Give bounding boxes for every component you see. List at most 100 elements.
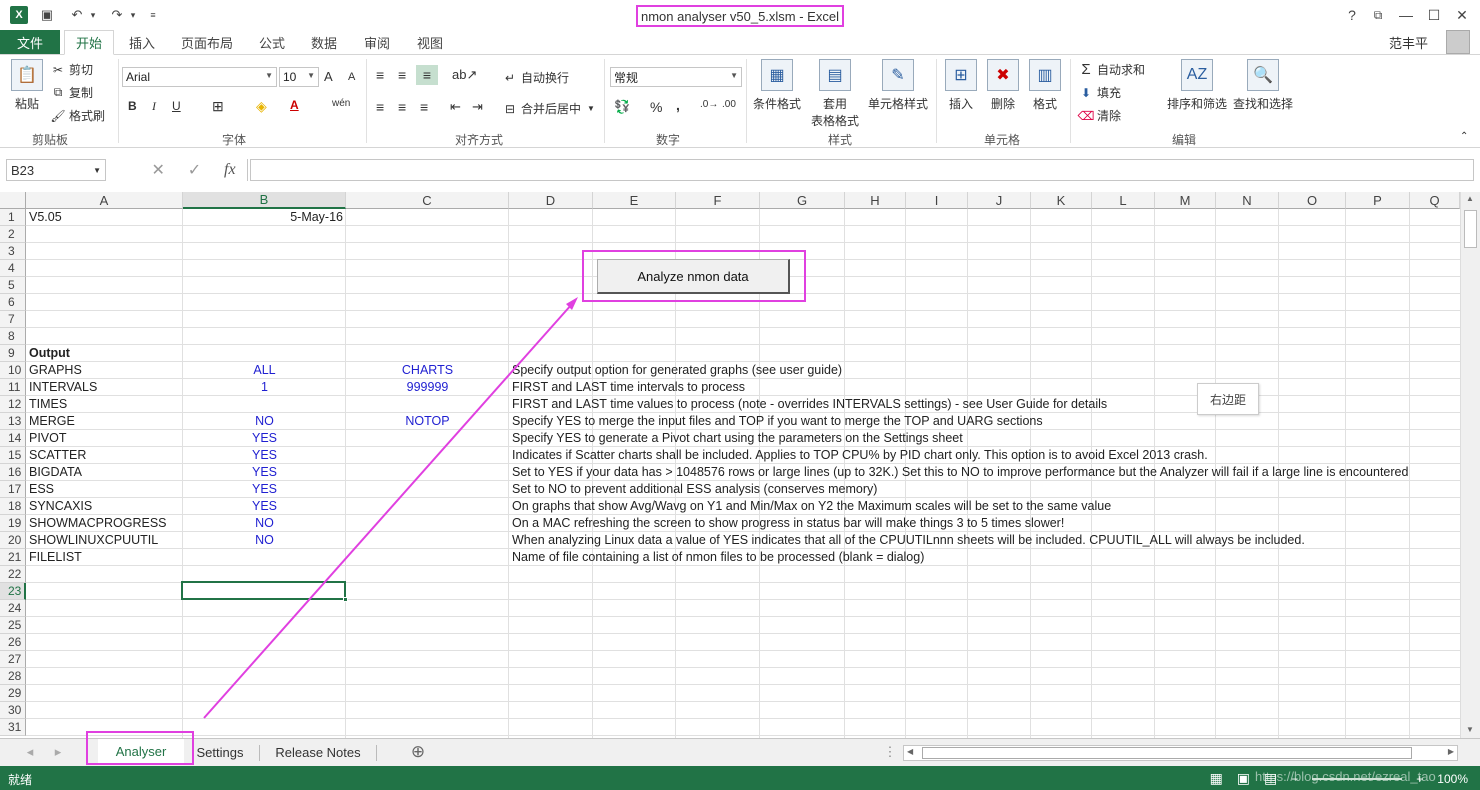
- close-button[interactable]: ✕: [1450, 4, 1474, 26]
- conditional-format-button[interactable]: ▦ 条件格式: [752, 59, 802, 112]
- comma-button[interactable]: ,: [676, 97, 680, 113]
- cell-d16[interactable]: Set to YES if your data has > 1048576 ro…: [512, 464, 1408, 481]
- customize-qat-icon[interactable]: ≡: [144, 6, 162, 24]
- paste-button[interactable]: 📋 粘贴: [10, 59, 44, 112]
- zoom-in-icon[interactable]: +: [1416, 772, 1423, 786]
- tab-review[interactable]: 审阅: [355, 30, 399, 54]
- row-header-11[interactable]: 11: [0, 379, 26, 396]
- underline-button[interactable]: U: [172, 99, 181, 113]
- tab-view[interactable]: 视图: [408, 30, 452, 54]
- column-header-p[interactable]: P: [1346, 192, 1410, 209]
- save-icon[interactable]: ▣: [38, 6, 56, 24]
- cell-b16[interactable]: YES: [186, 464, 343, 481]
- phonetic-button[interactable]: wén: [332, 98, 350, 109]
- font-color-button[interactable]: A: [290, 98, 299, 112]
- row-header-2[interactable]: 2: [0, 226, 26, 243]
- cell-a20[interactable]: SHOWLINUXCPUUTIL: [29, 532, 180, 549]
- cell-a13[interactable]: MERGE: [29, 413, 180, 430]
- tab-page-layout[interactable]: 页面布局: [172, 30, 242, 54]
- decrease-decimal-icon[interactable]: .00: [722, 99, 736, 110]
- cell-d10[interactable]: Specify output option for generated grap…: [512, 362, 842, 379]
- vertical-scroll-thumb[interactable]: [1464, 210, 1477, 248]
- row-header-14[interactable]: 14: [0, 430, 26, 447]
- active-cell-selection[interactable]: [181, 581, 346, 600]
- cell-b17[interactable]: YES: [186, 481, 343, 498]
- scroll-right-icon[interactable]: ▶: [1448, 747, 1454, 756]
- number-format-combo[interactable]: 常规 ▼: [610, 67, 742, 87]
- row-header-31[interactable]: 31: [0, 719, 26, 736]
- excel-app-icon[interactable]: X: [10, 6, 28, 24]
- cell-a18[interactable]: SYNCAXIS: [29, 498, 180, 515]
- undo-dropdown-icon[interactable]: ▾: [84, 6, 102, 24]
- row-header-4[interactable]: 4: [0, 260, 26, 277]
- find-select-button[interactable]: 🔍 查找和选择: [1232, 59, 1294, 112]
- column-header-k[interactable]: K: [1031, 192, 1092, 209]
- select-all-corner[interactable]: [0, 192, 26, 209]
- row-header-7[interactable]: 7: [0, 311, 26, 328]
- scroll-down-icon[interactable]: ▼: [1466, 725, 1474, 734]
- wrap-text-button[interactable]: ↵ 自动换行: [502, 69, 569, 86]
- cell-styles-button[interactable]: ✎ 单元格样式: [866, 59, 930, 112]
- row-header-6[interactable]: 6: [0, 294, 26, 311]
- column-header-j[interactable]: J: [968, 192, 1031, 209]
- row-header-16[interactable]: 16: [0, 464, 26, 481]
- sheet-tab-settings[interactable]: Settings: [188, 739, 252, 765]
- currency-icon[interactable]: 💱: [614, 99, 630, 115]
- font-size-combo[interactable]: 10 ▼: [279, 67, 319, 87]
- cell-a17[interactable]: ESS: [29, 481, 180, 498]
- orientation-icon[interactable]: ab↗: [452, 67, 477, 83]
- row-header-25[interactable]: 25: [0, 617, 26, 634]
- row-header-9[interactable]: 9: [0, 345, 26, 362]
- increase-indent-icon[interactable]: ⇥: [472, 99, 483, 115]
- row-header-24[interactable]: 24: [0, 600, 26, 617]
- cell-d15[interactable]: Indicates if Scatter charts shall be inc…: [512, 447, 1208, 464]
- autosum-button[interactable]: Σ 自动求和: [1078, 61, 1145, 78]
- merge-center-button[interactable]: ⊟ 合并后居中 ▼: [502, 100, 595, 117]
- cell-a10[interactable]: GRAPHS: [29, 362, 180, 379]
- tab-file[interactable]: 文件: [0, 30, 60, 54]
- row-header-1[interactable]: 1: [0, 209, 26, 226]
- zoom-out-icon[interactable]: −: [1291, 772, 1298, 786]
- row-header-26[interactable]: 26: [0, 634, 26, 651]
- column-header-i[interactable]: I: [906, 192, 968, 209]
- insert-cells-button[interactable]: ⊞ 插入: [944, 59, 978, 112]
- user-name[interactable]: 范丰平: [1389, 33, 1428, 52]
- cell-a15[interactable]: SCATTER: [29, 447, 180, 464]
- fill-button[interactable]: ⬇ 填充: [1078, 84, 1121, 101]
- cell-b11[interactable]: 1: [186, 379, 343, 396]
- tab-formulas[interactable]: 公式: [250, 30, 294, 54]
- maximize-button[interactable]: ☐: [1422, 4, 1446, 26]
- row-header-3[interactable]: 3: [0, 243, 26, 260]
- row-header-28[interactable]: 28: [0, 668, 26, 685]
- cell-b15[interactable]: YES: [186, 447, 343, 464]
- zoom-slider[interactable]: [1312, 777, 1403, 780]
- cell-d12[interactable]: FIRST and LAST time values to process (n…: [512, 396, 1107, 413]
- column-header-q[interactable]: Q: [1410, 192, 1460, 209]
- cell-d18[interactable]: On graphs that show Avg/Wavg on Y1 and M…: [512, 498, 1111, 515]
- column-header-g[interactable]: G: [760, 192, 845, 209]
- row-header-23[interactable]: 23: [0, 583, 26, 600]
- analyze-nmon-button[interactable]: Analyze nmon data: [597, 259, 790, 294]
- column-header-o[interactable]: O: [1279, 192, 1346, 209]
- format-painter-button[interactable]: 🖌 格式刷: [50, 107, 105, 124]
- collapse-ribbon-icon[interactable]: ⌃: [1460, 131, 1468, 142]
- normal-view-icon[interactable]: ▦: [1210, 770, 1223, 787]
- vertical-scrollbar[interactable]: ▲ ▼: [1460, 192, 1480, 738]
- column-header-h[interactable]: H: [845, 192, 906, 209]
- column-header-f[interactable]: F: [676, 192, 760, 209]
- redo-dropdown-icon[interactable]: ▾: [124, 6, 142, 24]
- cell-c13[interactable]: NOTOP: [349, 413, 506, 430]
- tab-insert[interactable]: 插入: [120, 30, 164, 54]
- cell-d20[interactable]: When analyzing Linux data a value of YES…: [512, 532, 1305, 549]
- row-header-10[interactable]: 10: [0, 362, 26, 379]
- cell-b20[interactable]: NO: [186, 532, 343, 549]
- page-layout-view-icon[interactable]: ▣: [1237, 770, 1250, 787]
- cell-d21[interactable]: Name of file containing a list of nmon f…: [512, 549, 924, 566]
- cell-d17[interactable]: Set to NO to prevent additional ESS anal…: [512, 481, 877, 498]
- horizontal-scrollbar[interactable]: ◀ ▶: [903, 745, 1458, 761]
- row-header-22[interactable]: 22: [0, 566, 26, 583]
- cell-d13[interactable]: Specify YES to merge the input files and…: [512, 413, 1043, 430]
- align-bottom-icon[interactable]: ≡: [416, 65, 438, 85]
- align-center-icon[interactable]: ≡: [398, 99, 406, 115]
- cell-a12[interactable]: TIMES: [29, 396, 180, 413]
